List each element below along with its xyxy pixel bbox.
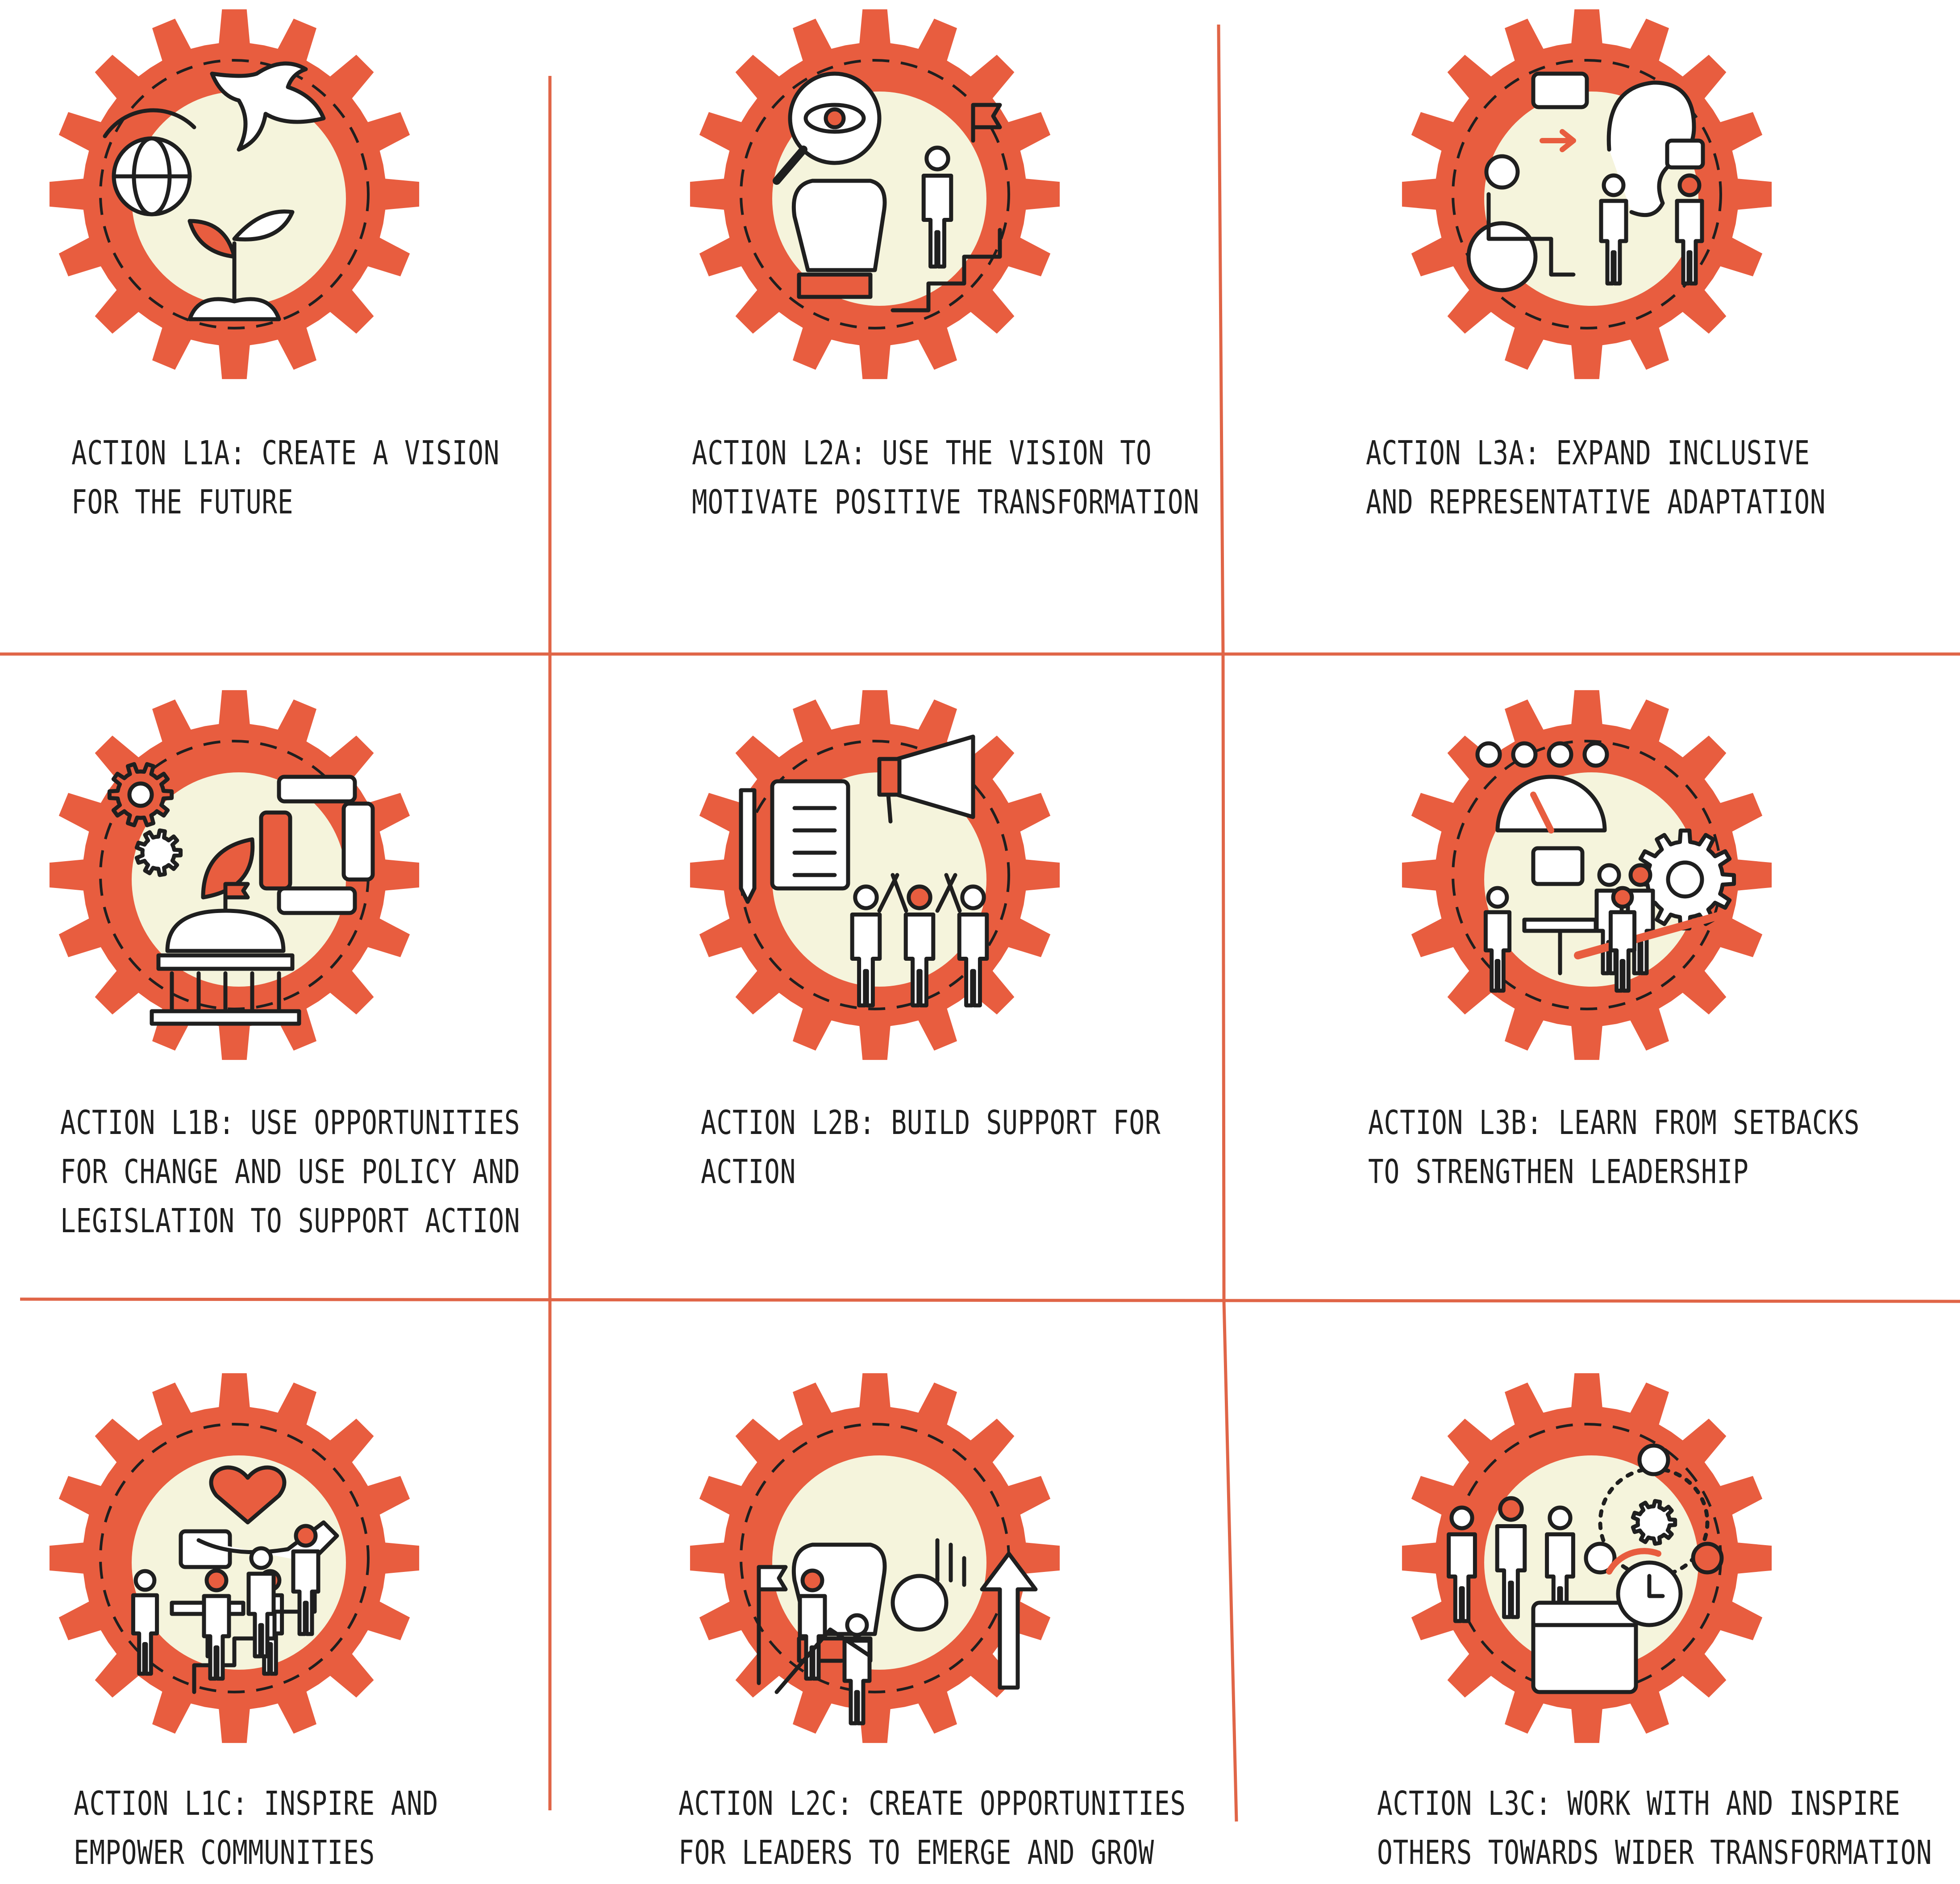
checklist-icon (770, 779, 850, 891)
gear-emblem-l3a (1402, 9, 1772, 379)
raised-fist-icon (791, 179, 887, 299)
action-label-line: ACTION L2C: CREATE OPPORTUNITIES (678, 1784, 1186, 1823)
action-grid: ACTION L1A: CREATE A VISION FOR THE FUTUR… (0, 0, 1960, 1884)
action-label-l1b: ACTION L1B: USE OPPORTUNITIES FOR CHANGE … (60, 1098, 520, 1246)
gear-emblem-l1c (49, 1373, 420, 1743)
action-label-line: ACTION L2A: USE THE VISION TO (692, 434, 1152, 472)
action-label-line: AND REPRESENTATIVE ADAPTATION (1366, 483, 1826, 521)
grid-divider (20, 1297, 1960, 1303)
action-label-line: ACTION L1C: INSPIRE AND (74, 1784, 439, 1823)
action-label-line: ACTION L3C: WORK WITH AND INSPIRE (1377, 1784, 1901, 1823)
action-label-l1c: ACTION L1C: INSPIRE AND EMPOWER COMMUNITI… (74, 1779, 438, 1877)
action-label-l3b: ACTION L3B: LEARN FROM SETBACKS TO STRENG… (1368, 1098, 1860, 1196)
action-label-l3a: ACTION L3A: EXPAND INCLUSIVE AND REPRESEN… (1366, 429, 1826, 527)
gear-emblem-l2b (690, 690, 1060, 1060)
action-label-l1a: ACTION L1A: CREATE A VISION FOR THE FUTUR… (71, 429, 499, 527)
grid-divider (1221, 654, 1226, 1302)
grid-divider (1222, 1301, 1238, 1822)
action-label-line: OTHERS TOWARDS WIDER TRANSFORMATION (1377, 1834, 1932, 1872)
action-label-line: FOR THE FUTURE (71, 483, 294, 521)
cheering-group-icon (850, 873, 989, 1008)
action-label-line: ACTION L2B: BUILD SUPPORT FOR (701, 1104, 1161, 1142)
action-label-l2b: ACTION L2B: BUILD SUPPORT FOR ACTION (701, 1098, 1161, 1196)
action-label-line: FOR CHANGE AND USE POLICY AND (60, 1153, 520, 1191)
pencil-icon (739, 788, 757, 904)
action-label-l2a: ACTION L2A: USE THE VISION TO MOTIVATE PO… (692, 429, 1199, 527)
gear-emblem-l2c (690, 1373, 1060, 1743)
action-label-line: TO STRENGTHEN LEADERSHIP (1368, 1153, 1749, 1191)
grid-divider (1217, 24, 1225, 654)
gear-emblem-l1a (49, 9, 420, 379)
action-label-l3c: ACTION L3C: WORK WITH AND INSPIRE OTHERS … (1377, 1779, 1932, 1877)
action-label-line: ACTION L1A: CREATE A VISION (71, 434, 500, 472)
gear-emblem-l2a (690, 9, 1060, 379)
action-label-line: ACTION L3A: EXPAND INCLUSIVE (1366, 434, 1810, 472)
action-label-l2c: ACTION L2C: CREATE OPPORTUNITIES FOR LEAD… (678, 1779, 1186, 1877)
action-label-line: ACTION (701, 1153, 796, 1191)
gear-emblem-l3c (1402, 1373, 1772, 1743)
action-label-line: MOTIVATE POSITIVE TRANSFORMATION (692, 483, 1199, 521)
gear-emblem-l1b (49, 690, 420, 1060)
action-label-line: FOR LEADERS TO EMERGE AND GROW (678, 1834, 1154, 1872)
action-label-line: ACTION L3B: LEARN FROM SETBACKS (1368, 1104, 1860, 1142)
action-label-line: ACTION L1B: USE OPPORTUNITIES (60, 1104, 520, 1142)
gear-emblem-l3b (1402, 690, 1772, 1060)
action-label-line: EMPOWER COMMUNITIES (74, 1834, 375, 1872)
action-label-line: LEGISLATION TO SUPPORT ACTION (60, 1202, 520, 1240)
